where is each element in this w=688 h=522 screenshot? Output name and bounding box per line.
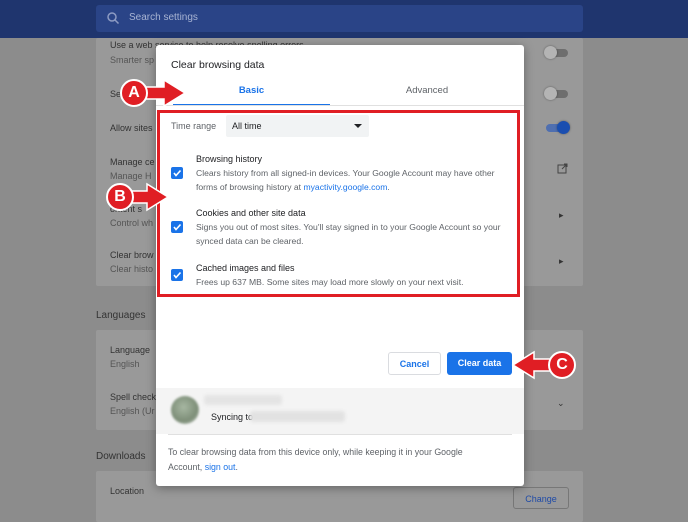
sign-out-link[interactable]: sign out — [205, 462, 236, 472]
setting-subtitle: Manage H — [110, 171, 152, 181]
spell-check-subtitle: English (Ur — [110, 406, 155, 416]
language-title: Language — [110, 345, 151, 355]
search-box[interactable]: Search settings — [96, 5, 583, 32]
tab-divider — [156, 105, 524, 106]
clear-data-button[interactable]: Clear data — [447, 352, 512, 375]
sign-out-note: To clear browsing data from this device … — [168, 445, 498, 475]
chevron-down-icon[interactable]: ⌄ — [557, 398, 565, 409]
annotation-marker-c: C — [548, 351, 576, 379]
setting-subtitle: Control wh — [110, 218, 154, 228]
change-location-button[interactable]: Change — [513, 487, 569, 509]
language-subtitle: English — [110, 359, 140, 369]
location-label: Location — [110, 486, 145, 496]
setting-title: Allow sites — [110, 123, 153, 133]
footer-divider — [168, 434, 512, 435]
languages-heading: Languages — [96, 310, 146, 321]
downloads-heading: Downloads — [96, 451, 146, 462]
syncing-label: Syncing to — [211, 412, 254, 422]
tab-basic[interactable]: Basic — [173, 81, 330, 106]
chevron-right-icon[interactable]: ▸ — [559, 210, 564, 221]
settings-header: Search settings — [0, 0, 688, 38]
blurred-account-email — [250, 411, 345, 422]
setting-subtitle: Clear histo — [110, 264, 154, 274]
setting-title: Manage ce — [110, 157, 155, 167]
blurred-account-name — [204, 395, 282, 405]
chevron-right-icon[interactable]: ▸ — [559, 256, 564, 267]
setting-title: Clear brow — [110, 250, 154, 260]
spell-check-title: Spell check — [110, 392, 157, 402]
search-icon — [107, 12, 120, 25]
spelling-toggle[interactable] — [544, 46, 568, 59]
setting-subtitle: Smarter sp — [110, 55, 155, 65]
external-link-icon[interactable] — [557, 163, 568, 174]
allow-sites-toggle[interactable] — [546, 121, 570, 134]
dialog-title: Clear browsing data — [171, 59, 265, 71]
avatar — [171, 396, 199, 424]
search-placeholder: Search settings — [129, 12, 198, 23]
tab-advanced[interactable]: Advanced — [348, 81, 506, 104]
annotation-marker-a: A — [120, 79, 148, 107]
annotation-marker-b: B — [106, 183, 134, 211]
note-period: . — [235, 462, 238, 472]
cancel-button[interactable]: Cancel — [388, 352, 441, 375]
setting-toggle[interactable] — [544, 87, 568, 100]
highlight-box — [157, 110, 520, 297]
